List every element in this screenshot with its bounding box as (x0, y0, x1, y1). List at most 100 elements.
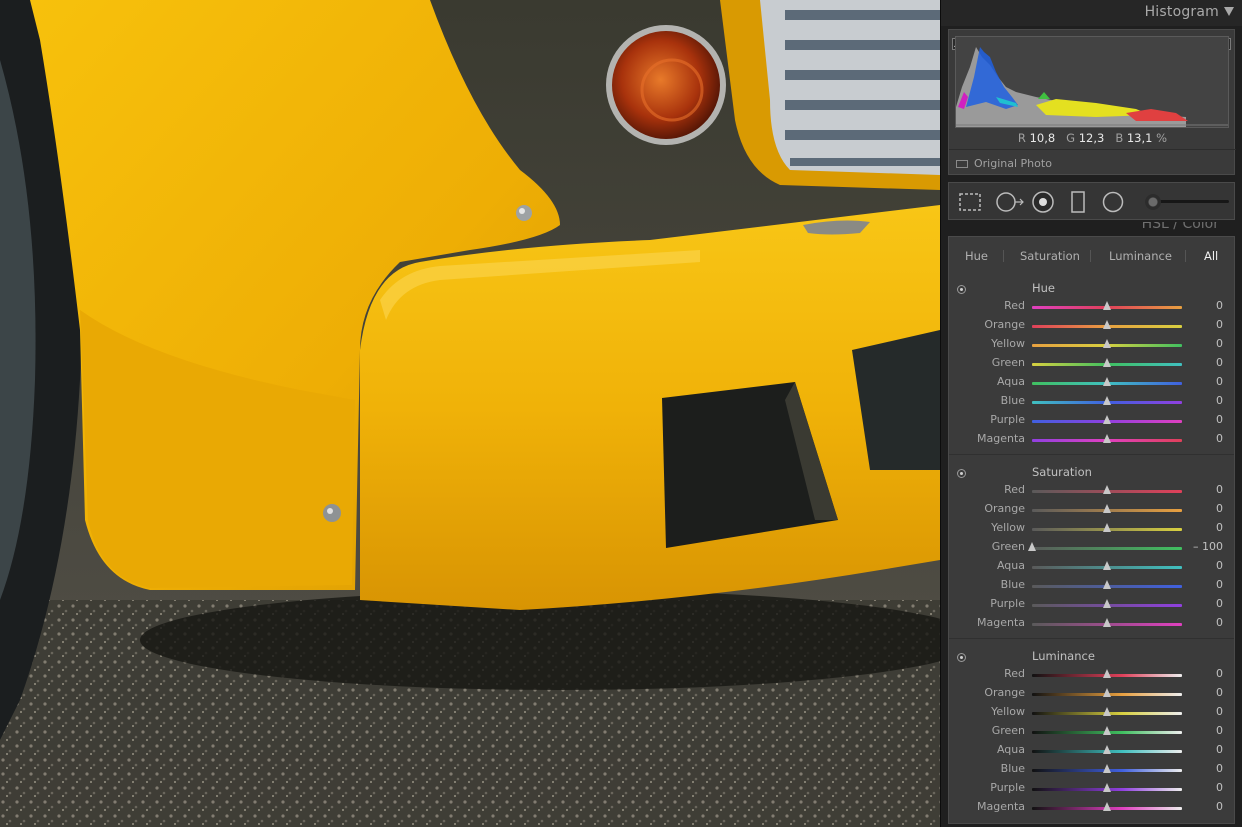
hue-slider-yellow[interactable]: Yellow 0 (949, 335, 1234, 354)
slider-value[interactable]: 0 (1216, 667, 1223, 680)
slider-value[interactable]: 0 (1216, 781, 1223, 794)
luminance-slider-aqua[interactable]: Aqua 0 (949, 741, 1234, 760)
tab-luminance[interactable]: Luminance (1109, 249, 1172, 263)
section-title-saturation: Saturation (1032, 465, 1092, 479)
slider-value[interactable]: 0 (1216, 521, 1223, 534)
slider-thumb[interactable] (1103, 320, 1111, 329)
slider-value[interactable]: 0 (1216, 578, 1223, 591)
collapse-triangle-icon[interactable] (1224, 7, 1234, 16)
slider-value[interactable]: 0 (1216, 705, 1223, 718)
photo-preview[interactable] (0, 0, 940, 827)
slider-value[interactable]: 0 (1216, 800, 1223, 813)
slider-thumb[interactable] (1103, 301, 1111, 310)
slider-value[interactable]: 0 (1216, 299, 1223, 312)
slider-thumb[interactable] (1103, 764, 1111, 773)
saturation-slider-red[interactable]: Red 0 (949, 481, 1234, 500)
slider-value[interactable]: 0 (1216, 597, 1223, 610)
spot-removal-icon[interactable] (995, 191, 1025, 213)
original-photo-checkbox[interactable] (956, 159, 968, 168)
targeted-adjustment-icon[interactable] (957, 469, 966, 478)
slider-value[interactable]: 0 (1216, 356, 1223, 369)
hue-slider-aqua[interactable]: Aqua 0 (949, 373, 1234, 392)
slider-value[interactable]: 0 (1216, 686, 1223, 699)
r-label: R (1017, 131, 1026, 145)
tab-hue[interactable]: Hue (965, 249, 988, 263)
slider-thumb[interactable] (1103, 396, 1111, 405)
hue-slider-blue[interactable]: Blue 0 (949, 392, 1234, 411)
slider-value[interactable]: 0 (1216, 413, 1223, 426)
slider-value[interactable]: 0 (1216, 483, 1223, 496)
slider-thumb[interactable] (1103, 726, 1111, 735)
slider-thumb[interactable] (1103, 377, 1111, 386)
hue-slider-orange[interactable]: Orange 0 (949, 316, 1234, 335)
graduated-filter-icon[interactable] (1069, 191, 1087, 213)
slider-value[interactable]: 0 (1216, 502, 1223, 515)
slider-value[interactable]: 0 (1216, 762, 1223, 775)
slider-thumb[interactable] (1103, 358, 1111, 367)
slider-value[interactable]: 0 (1216, 724, 1223, 737)
slider-value[interactable]: 0 (1216, 432, 1223, 445)
slider-thumb[interactable] (1103, 688, 1111, 697)
luminance-slider-red[interactable]: Red 0 (949, 665, 1234, 684)
luminance-slider-purple[interactable]: Purple 0 (949, 779, 1234, 798)
slider-thumb[interactable] (1103, 504, 1111, 513)
slider-thumb[interactable] (1103, 599, 1111, 608)
slider-value[interactable]: 0 (1216, 337, 1223, 350)
hue-slider-red[interactable]: Red 0 (949, 297, 1234, 316)
slider-thumb[interactable] (1103, 485, 1111, 494)
slider-value[interactable]: 0 (1216, 743, 1223, 756)
original-photo-toggle[interactable]: Original Photo (956, 157, 1052, 170)
slider-value[interactable]: 0 (1216, 394, 1223, 407)
slider-thumb[interactable] (1103, 434, 1111, 443)
slider-thumb[interactable] (1103, 802, 1111, 811)
slider-thumb[interactable] (1103, 745, 1111, 754)
luminance-slider-magenta[interactable]: Magenta 0 (949, 798, 1234, 817)
radial-filter-icon[interactable] (1101, 191, 1125, 213)
percent-unit: % (1156, 131, 1168, 145)
luminance-slider-orange[interactable]: Orange 0 (949, 684, 1234, 703)
slider-thumb[interactable] (1028, 542, 1036, 551)
slider-thumb[interactable] (1103, 669, 1111, 678)
adjustment-brush-icon[interactable] (1145, 194, 1161, 210)
saturation-slider-purple[interactable]: Purple 0 (949, 595, 1234, 614)
saturation-slider-yellow[interactable]: Yellow 0 (949, 519, 1234, 538)
luminance-slider-green[interactable]: Green 0 (949, 722, 1234, 741)
slider-track[interactable] (1032, 547, 1182, 550)
saturation-slider-magenta[interactable]: Magenta 0 (949, 614, 1234, 633)
hsl-panel-header[interactable]: HSL / Color (941, 222, 1242, 234)
slider-thumb[interactable] (1103, 618, 1111, 627)
hue-slider-purple[interactable]: Purple 0 (949, 411, 1234, 430)
crop-overlay-icon[interactable] (958, 191, 982, 213)
saturation-slider-aqua[interactable]: Aqua 0 (949, 557, 1234, 576)
targeted-adjustment-icon[interactable] (957, 285, 966, 294)
slider-value[interactable]: 0 (1216, 616, 1223, 629)
slider-value[interactable]: 0 (1216, 375, 1223, 388)
slider-value[interactable]: – 100 (1193, 540, 1223, 553)
hsl-title: HSL / Color (1141, 222, 1219, 232)
saturation-slider-blue[interactable]: Blue 0 (949, 576, 1234, 595)
red-eye-icon[interactable] (1031, 191, 1055, 213)
histogram-panel-header[interactable]: Histogram (941, 0, 1242, 26)
hue-slider-magenta[interactable]: Magenta 0 (949, 430, 1234, 449)
hue-slider-green[interactable]: Green 0 (949, 354, 1234, 373)
tab-saturation[interactable]: Saturation (1020, 249, 1080, 263)
g-value: 12,3 (1078, 131, 1105, 145)
slider-value[interactable]: 0 (1216, 318, 1223, 331)
saturation-slider-orange[interactable]: Orange 0 (949, 500, 1234, 519)
histogram-graph[interactable] (955, 36, 1229, 128)
luminance-slider-yellow[interactable]: Yellow 0 (949, 703, 1234, 722)
saturation-slider-green[interactable]: Green – 100 (949, 538, 1234, 557)
tab-all[interactable]: All (1204, 249, 1218, 263)
slider-label: Blue (1000, 394, 1025, 407)
slider-thumb[interactable] (1103, 339, 1111, 348)
slider-value[interactable]: 0 (1216, 559, 1223, 572)
slider-thumb[interactable] (1103, 561, 1111, 570)
brush-slider-track[interactable] (1154, 200, 1229, 203)
slider-thumb[interactable] (1103, 523, 1111, 532)
slider-thumb[interactable] (1103, 580, 1111, 589)
slider-thumb[interactable] (1103, 415, 1111, 424)
targeted-adjustment-icon[interactable] (957, 653, 966, 662)
slider-thumb[interactable] (1103, 783, 1111, 792)
slider-thumb[interactable] (1103, 707, 1111, 716)
luminance-slider-blue[interactable]: Blue 0 (949, 760, 1234, 779)
